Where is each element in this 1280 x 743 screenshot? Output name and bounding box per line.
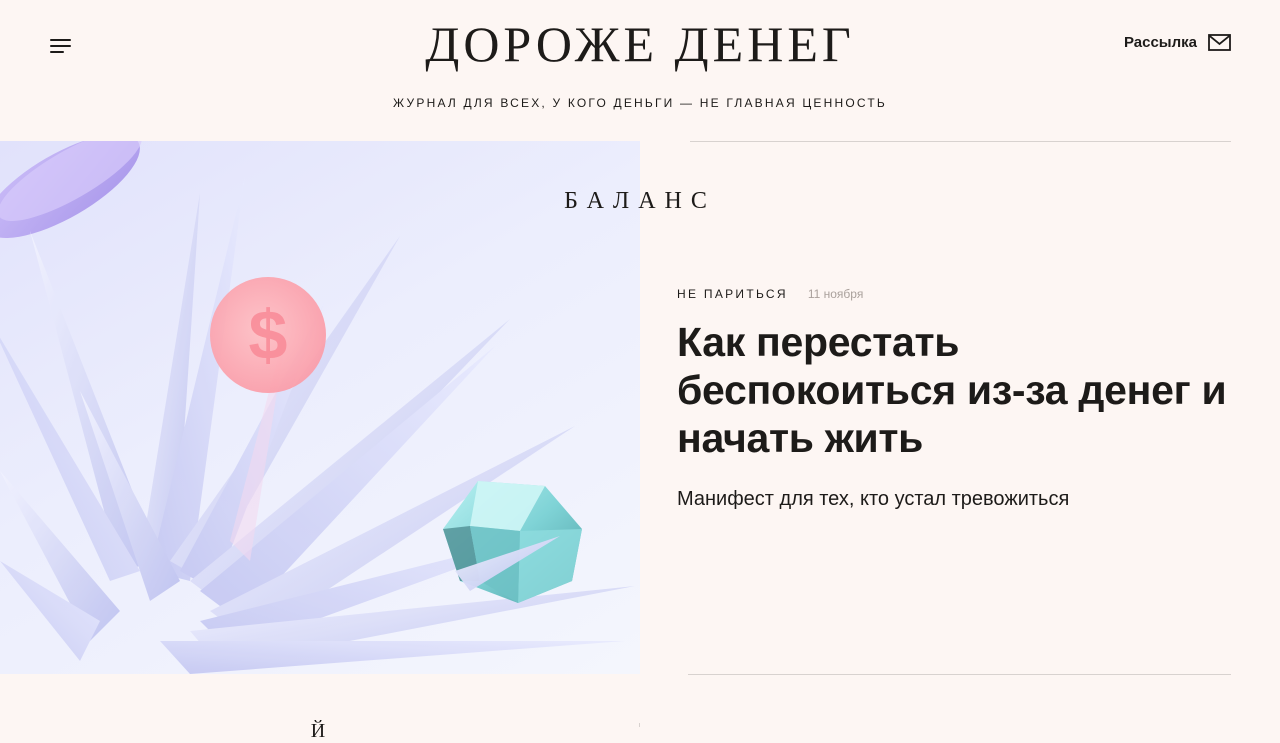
site-tagline: ЖУРНАЛ ДЛЯ ВСЕХ, У КОГО ДЕНЬГИ — НЕ ГЛАВ… xyxy=(393,96,887,110)
article-category[interactable]: НЕ ПАРИТЬСЯ xyxy=(677,287,788,301)
divider-top xyxy=(690,141,1231,142)
site-logo[interactable]: ДОРОЖЕ ДЕНЕГ xyxy=(0,14,1280,74)
vertical-divider xyxy=(639,723,640,727)
crystal-spikes xyxy=(0,176,635,674)
next-section-heading: Й xyxy=(310,720,330,742)
article-title[interactable]: Как перестать беспокоиться из-за денег и… xyxy=(677,318,1247,462)
site-header: ДОРОЖЕ ДЕНЕГ ЖУРНАЛ ДЛЯ ВСЕХ, У КОГО ДЕН… xyxy=(0,0,1280,141)
next-section: Й xyxy=(0,675,1280,742)
svg-text:$: $ xyxy=(249,296,288,374)
newsletter-label: Рассылка xyxy=(1123,34,1197,51)
purple-disc-shape xyxy=(0,141,143,238)
article-meta: НЕ ПАРИТЬСЯ 11 ноября xyxy=(677,287,863,301)
envelope-icon xyxy=(1208,34,1231,51)
article-lead: Манифест для тех, кто устал тревожиться xyxy=(677,488,1070,510)
dollar-coin-shape: $ xyxy=(210,277,326,393)
newsletter-button[interactable]: Рассылка xyxy=(1124,34,1231,51)
hero-illustration[interactable]: $ xyxy=(0,141,640,674)
article-date: 11 ноября xyxy=(807,287,864,301)
